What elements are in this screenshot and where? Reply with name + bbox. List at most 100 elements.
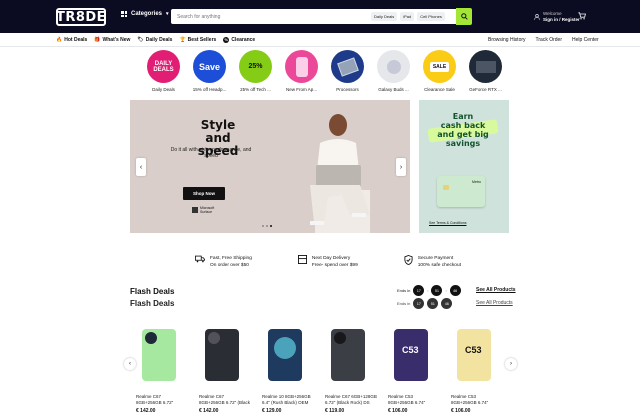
timer-sep: : bbox=[445, 288, 447, 293]
flash-deals-title: Flash Deals bbox=[130, 287, 175, 296]
products-next-arrow[interactable]: › bbox=[505, 358, 517, 370]
product-name: Realme C67 8GB+256GB 6.72" bbox=[136, 394, 196, 406]
circle-label: Daily Deals bbox=[152, 87, 175, 92]
circle-image: SALE bbox=[423, 50, 456, 83]
user-icon bbox=[534, 14, 540, 20]
promo-line: savings bbox=[445, 139, 481, 148]
product-price: € 119.00 bbox=[325, 408, 345, 414]
carousel-dot[interactable] bbox=[262, 225, 264, 227]
product-name-line: Realme C67 6GB+128GB bbox=[325, 394, 377, 399]
nav-track-order[interactable]: Track Order bbox=[536, 37, 562, 43]
product-card[interactable]: Realme 10 8GB+256GB 6.4" (Rush Black) OEM… bbox=[256, 318, 319, 420]
product-name: Realme C53 8GB+256GB 6.74" bbox=[388, 394, 448, 406]
product-image: C53 bbox=[394, 329, 428, 381]
nav-browsing-history[interactable]: Browsing History bbox=[488, 37, 526, 43]
grid-icon bbox=[121, 11, 127, 17]
product-carousel: Realme C67 8GB+256GB 6.72" € 142.00 Realm… bbox=[130, 318, 508, 420]
cashback-promo[interactable]: Earn cash back and get big savings Metro… bbox=[419, 100, 509, 233]
circle-clearance-sale[interactable]: SALE Clearance Sale bbox=[421, 50, 458, 92]
hero-prev-arrow[interactable]: ‹ bbox=[136, 158, 146, 176]
nav-help-center[interactable]: Help Center bbox=[572, 37, 599, 43]
search-chip-ipad[interactable]: iPad bbox=[400, 12, 415, 21]
search-chip-cell-phones[interactable]: Cell Phones bbox=[417, 12, 445, 21]
circle-image bbox=[377, 50, 410, 83]
box-icon bbox=[297, 255, 307, 264]
microsoft-icon bbox=[192, 207, 198, 213]
circle-processors[interactable]: Processors bbox=[329, 50, 366, 92]
feature-title: Secure Payment bbox=[417, 256, 454, 261]
chevron-left-icon: ‹ bbox=[129, 361, 131, 367]
see-all-products-link[interactable]: See All Products bbox=[476, 287, 516, 293]
products-prev-arrow[interactable]: ‹ bbox=[124, 358, 136, 370]
cart-icon[interactable] bbox=[578, 12, 586, 20]
circle-image bbox=[469, 50, 502, 83]
circle-galaxy-buds[interactable]: Galaxy Buds ... bbox=[375, 50, 412, 92]
product-name-line: Realme C67 bbox=[199, 394, 225, 399]
sign-in-register: Sign in / Register bbox=[543, 17, 580, 22]
brand-line: Surface bbox=[200, 210, 213, 214]
categories-button[interactable]: Categories ▾ bbox=[121, 11, 169, 17]
nav-hot-deals[interactable]: 🔥 Hot Deals bbox=[56, 37, 87, 43]
nav-best-sellers[interactable]: 🏆 Best Sellers bbox=[179, 37, 216, 43]
feature-next-day: Next Day Delivery Free- spend over $99 bbox=[297, 255, 358, 269]
nav-whats-new[interactable]: 🎁 What's New bbox=[94, 37, 130, 43]
hero-title-line: and bbox=[205, 131, 231, 145]
hero-next-arrow[interactable]: › bbox=[396, 158, 406, 176]
circle-apple[interactable]: New From Ap... bbox=[283, 50, 320, 92]
product-card[interactable]: C53 Realme C53 8GB+256GB 6.74" € 106.00 bbox=[382, 318, 445, 420]
processor-image bbox=[336, 56, 359, 77]
product-card[interactable]: Realme C67 8GB+256GB 6.72" € 142.00 bbox=[130, 318, 193, 420]
product-name: Realme 10 8GB+256GB 6.4" (Rush Black) OEM bbox=[262, 394, 322, 406]
nav-label: What's New bbox=[102, 36, 131, 43]
trophy-icon: 🏆 bbox=[179, 36, 186, 43]
promo-headline: Earn cash back and get big savings bbox=[433, 112, 493, 148]
ends-in-label: Ends in bbox=[397, 288, 411, 293]
truck-icon bbox=[195, 255, 205, 263]
carousel-dot[interactable] bbox=[266, 225, 268, 227]
features-strip: Fast, Free Shipping On order over $50 Nex… bbox=[195, 255, 461, 269]
feature-title: Next Day Delivery bbox=[311, 256, 351, 261]
search-chip-daily-deals[interactable]: Daily Deals bbox=[371, 12, 398, 21]
circle-daily-deals[interactable]: DAILY DEALS Daily Deals bbox=[145, 50, 182, 92]
account-link[interactable]: Welcome Sign in / Register bbox=[534, 11, 580, 23]
circle-image bbox=[285, 50, 318, 83]
product-image bbox=[205, 329, 239, 381]
nav-daily-deals[interactable]: 🏷 Daily Deals bbox=[137, 37, 172, 43]
earbuds-image bbox=[386, 59, 401, 74]
circle-geforce-rtx[interactable]: GeForce RTX ... bbox=[467, 50, 504, 92]
carousel-dot[interactable] bbox=[270, 225, 272, 227]
product-card[interactable]: Realme C67 8GB+256GB 6.72" (Black € 142.0… bbox=[193, 318, 256, 420]
search-bar: Daily Deals iPad Cell Phones bbox=[171, 8, 472, 25]
see-all-products-link-duplicate[interactable]: See All Products bbox=[476, 300, 513, 306]
timer-seconds: 46 bbox=[441, 298, 453, 309]
nav-label: Clearance bbox=[231, 36, 256, 43]
circle-label: 25% off Tech ... bbox=[240, 87, 271, 92]
shop-now-button[interactable]: Shop Now bbox=[183, 187, 225, 200]
circle-label: 15% off Headp... bbox=[192, 87, 227, 92]
product-name: Realme C67 8GB+256GB 6.72" (Black bbox=[199, 394, 259, 406]
product-price: € 106.00 bbox=[388, 408, 408, 414]
product-card[interactable]: Realme C67 6GB+128GB 6.72" (Black Rock) D… bbox=[319, 318, 382, 420]
promo-line: Earn bbox=[452, 112, 474, 121]
product-price: € 142.00 bbox=[199, 408, 219, 414]
search-button[interactable] bbox=[456, 8, 472, 25]
product-price: € 106.00 bbox=[451, 408, 471, 414]
product-name-line: 6.4" (Rush Black) OEM bbox=[262, 400, 309, 405]
circle-tech[interactable]: 25% 25% off Tech ... bbox=[237, 50, 274, 92]
nav-clearance[interactable]: % Clearance bbox=[223, 36, 256, 43]
search-input[interactable] bbox=[171, 10, 371, 23]
fire-icon: 🔥 bbox=[56, 36, 63, 43]
product-name-line: 8GB+256GB 6.72" (Black bbox=[199, 400, 251, 405]
product-name: Realme C53 8GB+256GB 6.74" bbox=[451, 394, 511, 406]
circle-image: DAILY DEALS bbox=[147, 50, 180, 83]
circle-headphones[interactable]: Save 15% off Headp... bbox=[191, 50, 228, 92]
product-card[interactable]: C53 Realme C53 8GB+256GB 6.74" € 106.00 bbox=[445, 318, 508, 420]
circle-image-text: DAILY DEALS bbox=[153, 60, 174, 73]
search-icon bbox=[460, 13, 468, 20]
terms-link[interactable]: See Terms & Conditions bbox=[429, 221, 466, 225]
circle-label: Galaxy Buds ... bbox=[378, 87, 409, 92]
percent-icon: % bbox=[223, 36, 230, 43]
countdown-timer-duplicate: Ends in 17 51 46 bbox=[397, 298, 453, 309]
logo[interactable]: TR8DE bbox=[56, 8, 106, 26]
circle-image-text: Save bbox=[198, 61, 221, 72]
